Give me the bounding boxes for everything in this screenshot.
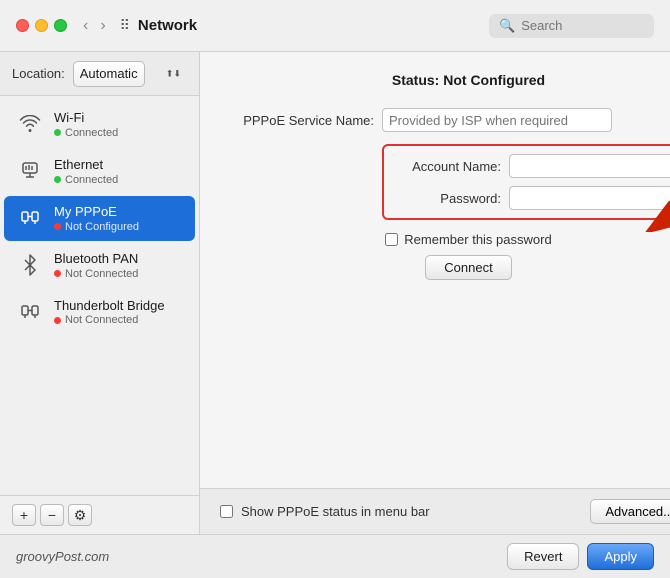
status-dot-red <box>54 270 61 277</box>
thunderbolt-icon <box>16 298 44 326</box>
account-name-label: Account Name: <box>396 159 501 174</box>
pppoe-info: My PPPoE Not Configured <box>54 204 139 233</box>
nav-arrows: ‹ › <box>79 16 110 36</box>
traffic-lights <box>16 19 67 32</box>
status-dot-green <box>54 176 61 183</box>
window-footer: groovyPost.com Revert Apply <box>0 534 670 578</box>
location-label: Location: <box>12 66 65 81</box>
network-item-bluetooth-pan[interactable]: Bluetooth PAN Not Connected <box>4 243 195 288</box>
revert-button[interactable]: Revert <box>507 543 579 570</box>
status-dot-green <box>54 129 61 136</box>
network-item-thunderbolt[interactable]: Thunderbolt Bridge Not Connected <box>4 290 195 335</box>
maximize-button[interactable] <box>54 19 67 32</box>
password-label: Password: <box>396 191 501 206</box>
status-row: Status: Not Configured <box>224 72 670 88</box>
sidebar-actions: + − ⚙ <box>0 495 199 534</box>
network-list: Wi-Fi Connected <box>0 96 199 495</box>
remove-network-button[interactable]: − <box>40 504 64 526</box>
right-panel: Status: Not Configured PPPoE Service Nam… <box>200 52 670 534</box>
status-dot-red <box>54 223 61 230</box>
search-icon: 🔍 <box>499 18 515 34</box>
pppoe-service-row: PPPoE Service Name: <box>224 108 670 132</box>
bluetooth-pan-info: Bluetooth PAN Not Connected <box>54 251 138 280</box>
forward-button[interactable]: › <box>96 16 109 36</box>
remember-password-checkbox[interactable] <box>385 233 398 246</box>
status-dot-red <box>54 317 61 324</box>
show-menu-bar-label: Show PPPoE status in menu bar <box>241 504 582 519</box>
sidebar: Location: Automatic Wi <box>0 52 200 534</box>
minimize-button[interactable] <box>35 19 48 32</box>
window-title: Network <box>138 17 489 34</box>
network-item-pppoe[interactable]: My PPPoE Not Configured <box>4 196 195 241</box>
add-network-button[interactable]: + <box>12 504 36 526</box>
pppoe-icon <box>16 204 44 232</box>
apply-button[interactable]: Apply <box>587 543 654 570</box>
connect-button[interactable]: Connect <box>425 255 511 280</box>
search-input[interactable] <box>521 18 644 33</box>
settings-button[interactable]: ⚙ <box>68 504 92 526</box>
pppoe-service-label: PPPoE Service Name: <box>224 113 374 128</box>
wifi-icon <box>16 110 44 138</box>
network-item-ethernet[interactable]: Ethernet Connected <box>4 149 195 194</box>
show-menu-bar-checkbox[interactable] <box>220 505 233 518</box>
remember-password-row: Remember this password <box>224 232 670 247</box>
back-button[interactable]: ‹ <box>79 16 92 36</box>
thunderbolt-info: Thunderbolt Bridge Not Connected <box>54 298 165 327</box>
wifi-info: Wi-Fi Connected <box>54 110 118 139</box>
ethernet-info: Ethernet Connected <box>54 157 118 186</box>
grid-icon: ⠿ <box>120 17 130 34</box>
panel-bottom-row: Show PPPoE status in menu bar Advanced..… <box>200 488 670 534</box>
arrow-indicator <box>617 102 670 237</box>
ethernet-icon <box>16 157 44 185</box>
pppoe-service-input[interactable] <box>382 108 612 132</box>
status-label: Status: <box>392 72 439 88</box>
title-bar: ‹ › ⠿ Network 🔍 <box>0 0 670 52</box>
status-value: Not Configured <box>443 72 545 88</box>
branding-label: groovyPost.com <box>16 549 109 564</box>
advanced-button[interactable]: Advanced... <box>590 499 670 524</box>
bluetooth-icon <box>16 251 44 279</box>
search-bar: 🔍 <box>489 14 654 38</box>
close-button[interactable] <box>16 19 29 32</box>
remember-password-label: Remember this password <box>404 232 551 247</box>
network-item-wifi[interactable]: Wi-Fi Connected <box>4 102 195 147</box>
main-content: Location: Automatic Wi <box>0 52 670 534</box>
footer-buttons: Revert Apply <box>507 543 654 570</box>
location-select[interactable]: Automatic <box>73 61 145 87</box>
panel-content: Status: Not Configured PPPoE Service Nam… <box>200 52 670 488</box>
